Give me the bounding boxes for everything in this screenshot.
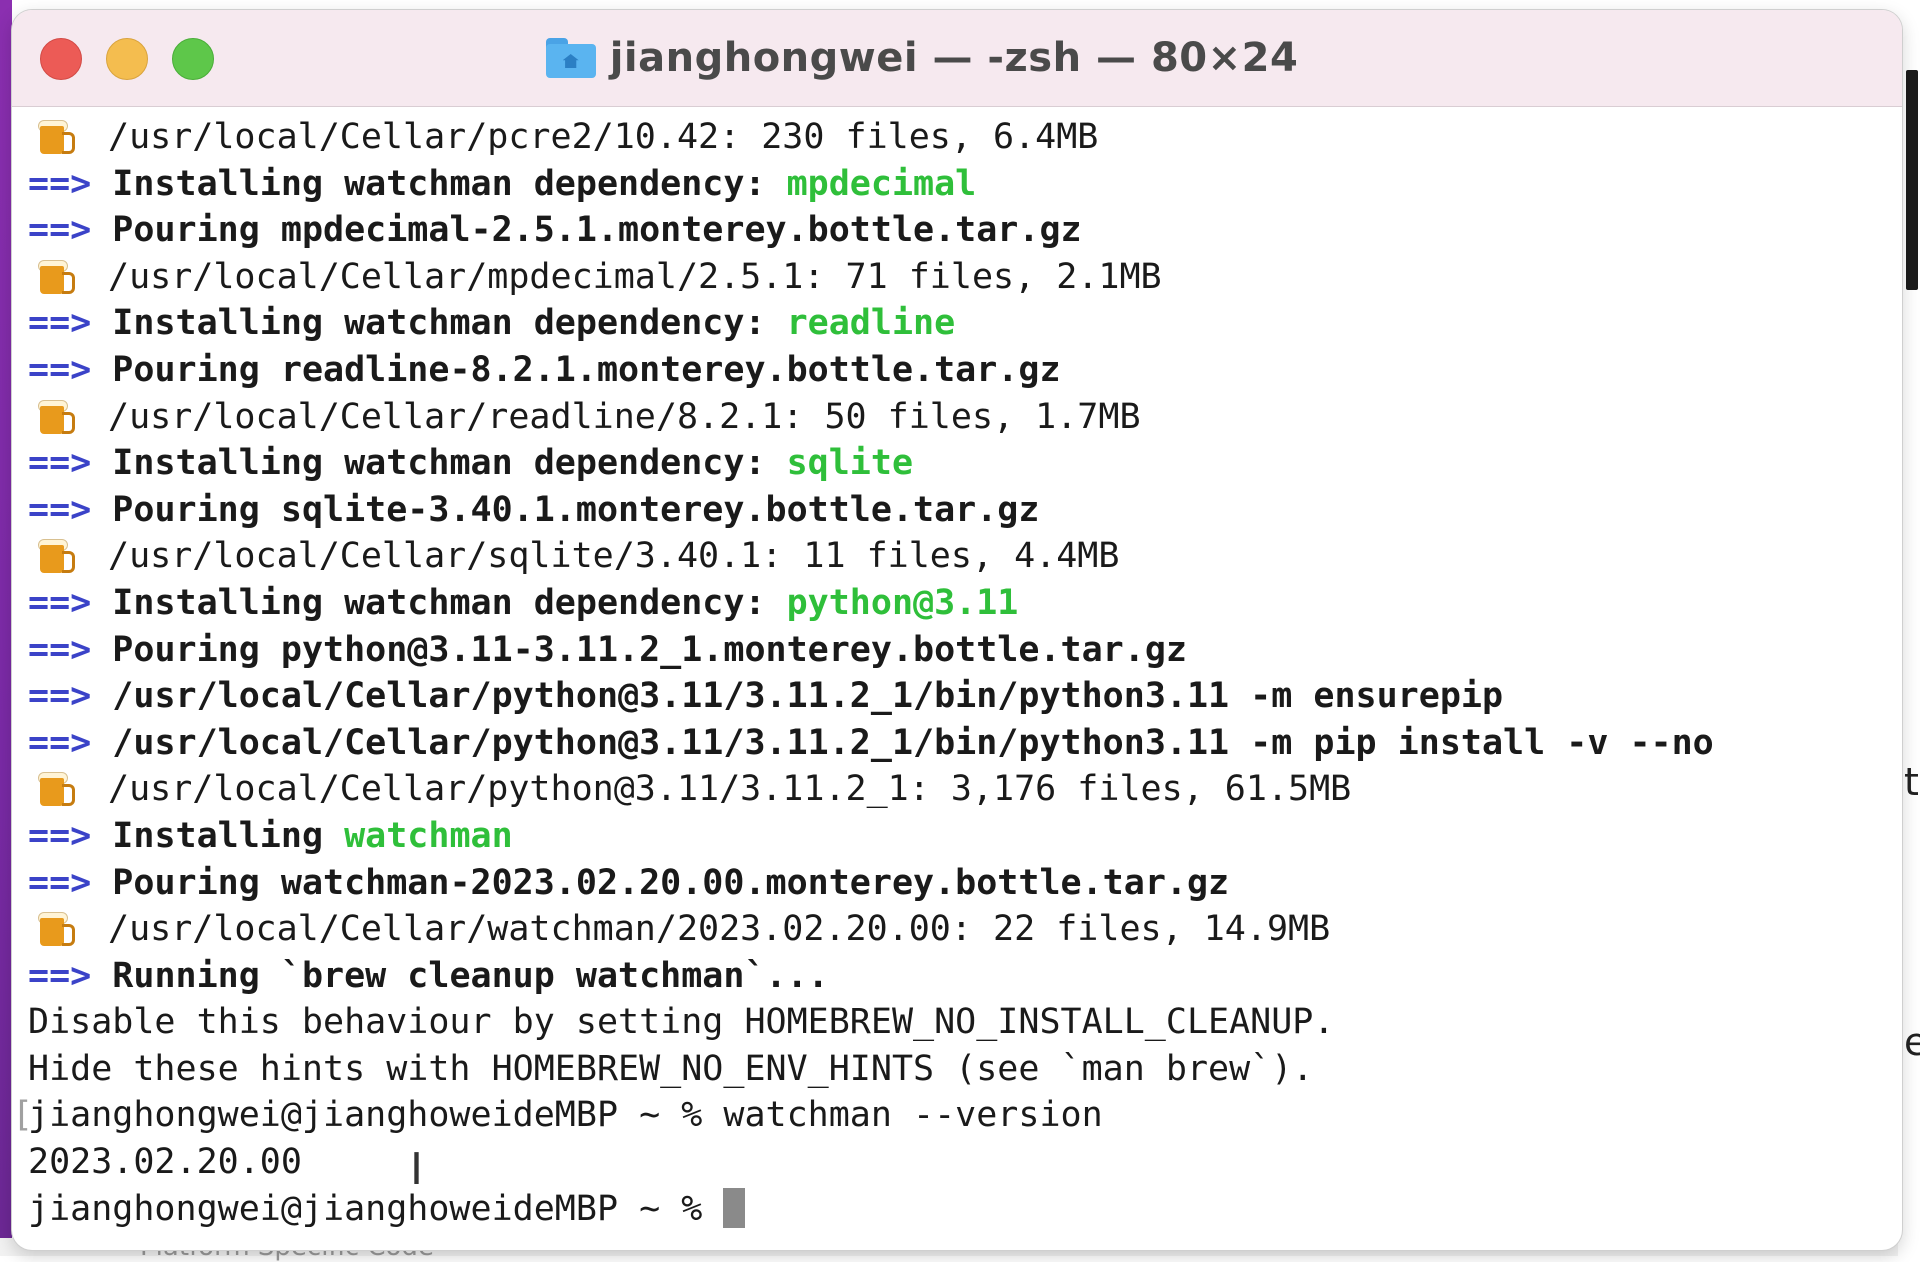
shell-prompt: jianghongwei@jianghoweideMBP ~ % (28, 1188, 724, 1229)
terminal-line: ==> Pouring python@3.11-3.11.2_1.montere… (28, 627, 1888, 674)
arrow-prefix: ==> (28, 815, 92, 856)
terminal-line: ==> /usr/local/Cellar/python@3.11/3.11.2… (28, 673, 1888, 720)
title-wrap: jianghongwei — -zsh — 80×24 (12, 10, 1902, 106)
line-text: Pouring python@3.11-3.11.2_1.monterey.bo… (112, 629, 1187, 670)
beer-mug-icon (38, 258, 75, 294)
line-text: Pouring watchman-2023.02.20.00.monterey.… (112, 862, 1230, 903)
line-text: /usr/local/Cellar/watchman/2023.02.20.00… (108, 909, 1331, 950)
package-name: mpdecimal (786, 163, 977, 204)
mark-bracket: [ (12, 1095, 34, 1136)
arrow-prefix: ==> (28, 210, 92, 251)
terminal-line: /usr/local/Cellar/sqlite/3.40.1: 11 file… (28, 533, 1888, 580)
terminal-line: 2023.02.20.00 I (28, 1139, 1888, 1193)
arrow-prefix: ==> (28, 862, 92, 903)
line-text: /usr/local/Cellar/pcre2/10.42: 230 files… (108, 117, 1099, 157)
shell-prompt: jianghongwei@jianghoweideMBP ~ % watchma… (28, 1095, 1103, 1136)
line-text: Disable this behaviour by setting HOMEBR… (28, 1002, 1335, 1043)
terminal-line: /usr/local/Cellar/watchman/2023.02.20.00… (28, 906, 1888, 953)
terminal-line: /usr/local/Cellar/mpdecimal/2.5.1: 71 fi… (28, 254, 1888, 301)
arrow-prefix: ==> (28, 629, 92, 670)
background-scrollbar (1906, 70, 1918, 290)
package-name: readline (786, 303, 956, 344)
terminal-line: ==> Pouring watchman-2023.02.20.00.monte… (28, 860, 1888, 907)
title-bar[interactable]: jianghongwei — -zsh — 80×24 (12, 10, 1902, 107)
arrow-prefix: ==> (28, 955, 92, 996)
terminal-line: Hide these hints with HOMEBREW_NO_ENV_HI… (28, 1046, 1888, 1093)
beer-mug-icon (38, 118, 75, 154)
terminal-line: ==> Pouring readline-8.2.1.monterey.bott… (28, 347, 1888, 394)
package-name: python@3.11 (786, 582, 1019, 623)
line-text: Installing (112, 815, 345, 856)
terminal-line: ==> Running `brew cleanup watchman`... (28, 953, 1888, 1000)
line-text: Installing watchman dependency: (112, 582, 787, 623)
line-text: /usr/local/Cellar/readline/8.2.1: 50 fil… (108, 396, 1141, 437)
line-text: /usr/local/Cellar/mpdecimal/2.5.1: 71 fi… (108, 256, 1162, 297)
beer-mug-icon (38, 770, 75, 807)
home-folder-icon (545, 38, 596, 78)
line-text: Installing watchman dependency: (112, 163, 787, 204)
line-text: /usr/local/Cellar/python@3.11/3.11.2_1/b… (112, 722, 1714, 763)
window-title: jianghongwei — -zsh — 80×24 (609, 35, 1299, 81)
desktop-background-left (0, 0, 12, 1256)
beer-mug-icon (38, 398, 75, 434)
arrow-prefix: ==> (28, 489, 92, 530)
line-text: Running `brew cleanup watchman`... (112, 955, 829, 996)
beer-mug-icon (38, 537, 75, 574)
package-name: sqlite (786, 443, 914, 484)
mark-bracket: ] (1900, 1092, 1902, 1139)
beer-mug-icon (38, 910, 75, 947)
arrow-prefix: ==> (28, 303, 92, 344)
line-text: /usr/local/Cellar/python@3.11/3.11.2_1: … (108, 769, 1352, 810)
terminal-line: /usr/local/Cellar/python@3.11/3.11.2_1: … (28, 766, 1888, 813)
line-text: 2023.02.20.00 (28, 1142, 302, 1183)
line-text: Pouring mpdecimal-2.5.1.monterey.bottle.… (112, 210, 1082, 251)
terminal-line: ==> Pouring mpdecimal-2.5.1.monterey.bot… (28, 207, 1888, 254)
terminal-output[interactable]: /usr/local/Cellar/pcre2/10.42: 230 files… (12, 114, 1902, 1233)
terminal-line: ==> Installing watchman dependency: pyth… (28, 580, 1888, 627)
line-text: Installing watchman dependency: (112, 443, 787, 484)
terminal-line: ==> Installing watchman dependency: mpde… (28, 161, 1888, 208)
terminal-window[interactable]: jianghongwei — -zsh — 80×24 /usr/local/C… (12, 10, 1902, 1250)
terminal-line: /usr/local/Cellar/pcre2/10.42: 230 files… (28, 114, 1888, 161)
arrow-prefix: ==> (28, 163, 92, 204)
line-text: Installing watchman dependency: (112, 303, 787, 344)
terminal-line: ==> Installing watchman dependency: sqli… (28, 440, 1888, 487)
line-text: Pouring readline-8.2.1.monterey.bottle.t… (112, 349, 1061, 390)
terminal-line: ==> Installing watchman (28, 813, 1888, 860)
terminal-line: /usr/local/Cellar/readline/8.2.1: 50 fil… (28, 394, 1888, 441)
terminal-line: Disable this behaviour by setting HOMEBR… (28, 999, 1888, 1046)
terminal-line: ==> Pouring sqlite-3.40.1.monterey.bottl… (28, 487, 1888, 534)
line-text: /usr/local/Cellar/python@3.11/3.11.2_1/b… (112, 676, 1504, 717)
line-text: Hide these hints with HOMEBREW_NO_ENV_HI… (28, 1048, 1314, 1089)
line-text: Pouring sqlite-3.40.1.monterey.bottle.ta… (112, 489, 1040, 530)
terminal-line: jianghongwei@jianghoweideMBP ~ % (28, 1186, 1888, 1233)
terminal-line: ==> Installing watchman dependency: read… (28, 300, 1888, 347)
package-name: watchman (344, 815, 513, 856)
arrow-prefix: ==> (28, 349, 92, 390)
background-glyph: t (1904, 760, 1919, 804)
arrow-prefix: ==> (28, 443, 92, 484)
terminal-line: [] jianghongwei@jianghoweideMBP ~ % watch… (12, 1092, 1902, 1139)
text-cursor[interactable] (723, 1187, 746, 1228)
background-glyph: e (1904, 1020, 1920, 1064)
line-text: /usr/local/Cellar/sqlite/3.40.1: 11 file… (108, 536, 1120, 577)
arrow-prefix: ==> (28, 582, 92, 623)
terminal-line: ==> /usr/local/Cellar/python@3.11/3.11.2… (28, 720, 1888, 767)
arrow-prefix: ==> (28, 676, 92, 717)
arrow-prefix: ==> (28, 722, 92, 763)
